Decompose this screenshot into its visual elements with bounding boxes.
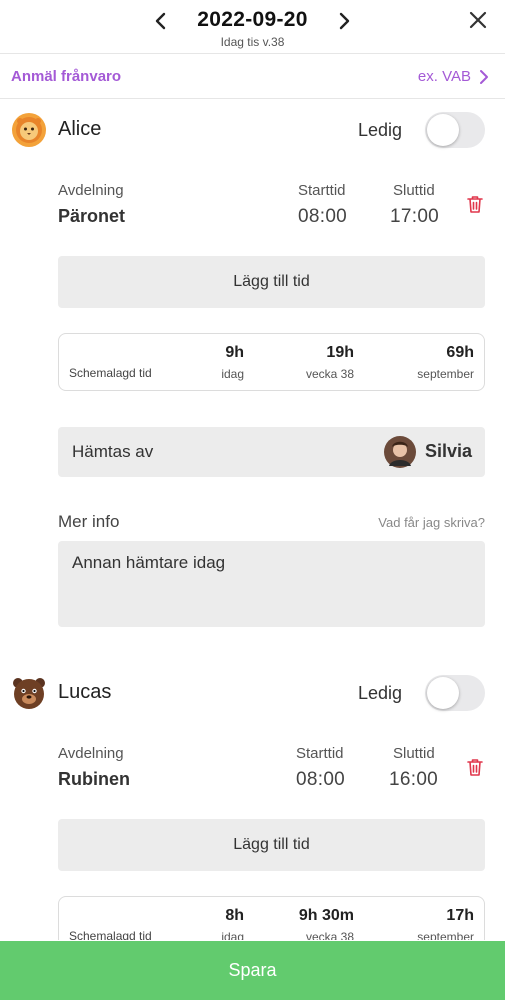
pickup-person-name: Silvia	[425, 441, 473, 461]
bear-avatar	[13, 678, 45, 709]
child-card-lucas: Lucas Ledig Avdelning Rubinen Starttid 0…	[0, 663, 505, 940]
toggle-knob	[427, 677, 459, 709]
report-absence-label: Anmäl frånvaro	[11, 68, 122, 85]
children-list[interactable]: Alice Ledig Avdelning Päronet Starttid 0…	[0, 100, 505, 940]
absence-type-label: ex. VAB	[417, 68, 471, 85]
trash-icon[interactable]	[466, 194, 484, 214]
scheduled-time-title: Schemalagd tid	[69, 366, 152, 380]
department-label: Avdelning	[58, 745, 124, 762]
end-time-label: Sluttid	[393, 182, 435, 199]
child-card-alice: Alice Ledig Avdelning Päronet Starttid 0…	[0, 100, 505, 640]
start-time-label: Starttid	[298, 182, 346, 199]
toggle-knob	[427, 114, 459, 146]
save-button[interactable]: Spara	[0, 941, 505, 1000]
month-hours: 69h september	[417, 344, 474, 381]
report-absence-row[interactable]: Anmäl frånvaro ex. VAB	[0, 55, 505, 99]
child-name: Lucas	[58, 681, 112, 703]
week-hours: 19h vecka 38	[305, 344, 354, 381]
chevron-right-icon[interactable]	[333, 8, 355, 34]
lion-avatar	[12, 113, 46, 147]
date-subtitle: Idag tis v.38	[220, 35, 285, 49]
end-time-value[interactable]: 17:00	[390, 206, 439, 228]
today-hours: 8h idag	[221, 907, 244, 940]
ledig-label: Ledig	[358, 683, 403, 703]
week-hours: 9h 30m vecka 38	[298, 907, 354, 940]
scheduled-time-summary: Schemalagd tid 8h idag 9h 30m vecka 38 1…	[58, 896, 485, 940]
scheduled-time-title: Schemalagd tid	[69, 929, 152, 940]
department-value: Rubinen	[58, 769, 130, 789]
ledig-toggle[interactable]	[425, 112, 485, 148]
picked-up-by-field[interactable]: Hämtas av Silvia	[58, 427, 485, 477]
scheduled-time-summary: Schemalagd tid 9h idag 19h vecka 38 69h …	[58, 333, 485, 391]
start-time-value[interactable]: 08:00	[298, 206, 347, 228]
end-time-label: Sluttid	[393, 745, 435, 762]
ledig-label: Ledig	[358, 120, 403, 140]
absence-type-link[interactable]: ex. VAB	[418, 68, 489, 85]
ledig-toggle[interactable]	[425, 675, 485, 711]
more-info-label: Mer info	[58, 512, 120, 531]
add-time-button[interactable]: Lägg till tid	[58, 819, 485, 871]
child-name: Alice	[58, 118, 102, 140]
today-hours: 9h idag	[221, 344, 244, 381]
start-time-label: Starttid	[296, 745, 344, 762]
month-hours: 17h september	[417, 907, 474, 940]
department-label: Avdelning	[58, 182, 124, 199]
end-time-value[interactable]: 16:00	[389, 769, 438, 791]
more-info-textarea[interactable]: Annan hämtare idag	[58, 541, 485, 627]
header: 2022-09-20 Idag tis v.38	[0, 0, 505, 54]
close-icon[interactable]	[466, 8, 490, 32]
trash-icon[interactable]	[466, 757, 484, 777]
date-title: 2022-09-20	[197, 8, 308, 31]
person-avatar	[384, 436, 416, 468]
start-time-value[interactable]: 08:00	[296, 769, 345, 791]
department-value: Päronet	[58, 206, 126, 226]
what-can-i-write-link[interactable]: Vad får jag skriva?	[378, 515, 485, 530]
picked-up-by-label: Hämtas av	[72, 442, 154, 461]
chevron-right-icon	[480, 69, 488, 84]
add-time-button[interactable]: Lägg till tid	[58, 256, 485, 308]
